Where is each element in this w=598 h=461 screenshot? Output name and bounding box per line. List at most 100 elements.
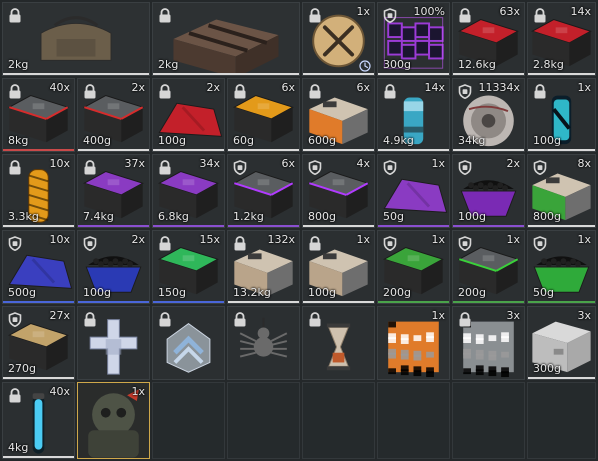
item-quantity: 1x	[577, 81, 591, 94]
inventory-slot[interactable]: 10x 500g	[2, 230, 75, 304]
item-quantity: 4x	[356, 157, 370, 170]
item-weight: 3.3kg	[8, 210, 39, 223]
inventory-slot[interactable]: 27x 270g	[2, 306, 75, 380]
item-quantity: 1x	[431, 157, 445, 170]
item-quantity: 2x	[131, 81, 145, 94]
item-quantity: 34x	[199, 157, 220, 170]
inventory-slot[interactable]: 1x	[77, 382, 150, 459]
rarity-underline	[3, 225, 74, 227]
inventory-slot[interactable]	[152, 306, 225, 380]
shield-icon	[383, 160, 397, 175]
inventory-slot[interactable]: 1x 200g	[452, 230, 525, 304]
inventory-slot[interactable]: 2x 100g	[452, 154, 525, 228]
empty-inventory-slot[interactable]	[452, 382, 525, 459]
inventory-slot[interactable]: 2kg	[2, 2, 150, 76]
empty-inventory-slot[interactable]	[302, 382, 375, 459]
shield-icon	[533, 236, 547, 251]
shield-icon	[458, 84, 472, 99]
inventory-slot[interactable]: 3x	[452, 306, 525, 380]
rarity-underline	[78, 149, 149, 151]
inventory-slot[interactable]: 6x 1.2kg	[227, 154, 300, 228]
inventory-slot[interactable]: 37x 7.4kg	[77, 154, 150, 228]
inventory-slot[interactable]: 1x 50g	[527, 230, 596, 304]
item-weight: 2.8kg	[533, 58, 564, 71]
item-weight: 100g	[158, 134, 186, 147]
inventory-slot[interactable]: 8x 800g	[527, 154, 596, 228]
item-weight: 800g	[533, 210, 561, 223]
rarity-underline	[78, 225, 149, 227]
inventory-slot[interactable]: 1x 100g	[527, 78, 596, 152]
rarity-underline	[528, 301, 595, 303]
inventory-slot[interactable]: 14x 4.9kg	[377, 78, 450, 152]
empty-inventory-slot[interactable]	[152, 382, 225, 459]
inventory-slot[interactable]: 40x 4kg	[2, 382, 75, 459]
rarity-underline	[3, 301, 74, 303]
shield-icon	[383, 8, 397, 23]
empty-inventory-slot[interactable]	[227, 382, 300, 459]
inventory-slot[interactable]	[302, 306, 375, 380]
inventory-slot[interactable]: 1x 50g	[377, 154, 450, 228]
inventory-slot[interactable]: 132x 13.2kg	[227, 230, 300, 304]
rarity-underline	[453, 73, 524, 75]
item-quantity: 14x	[424, 81, 445, 94]
lock-icon	[234, 84, 246, 99]
lock-icon	[159, 236, 171, 251]
shield-icon	[83, 236, 97, 251]
rarity-underline	[303, 149, 374, 151]
item-weight: 34kg	[458, 134, 486, 147]
lock-icon	[159, 312, 171, 327]
rarity-underline	[228, 301, 299, 303]
rarity-underline	[453, 225, 524, 227]
inventory-slot[interactable]: 15x 150g	[152, 230, 225, 304]
inventory-slot[interactable]	[77, 306, 150, 380]
inventory-slot[interactable]: 1x	[302, 2, 375, 76]
inventory-slot[interactable]: 2x 100g	[77, 230, 150, 304]
inventory-slot[interactable]: 10x 3.3kg	[2, 154, 75, 228]
item-weight: 100g	[83, 286, 111, 299]
inventory-slot[interactable]: 2x 400g	[77, 78, 150, 152]
inventory-slot[interactable]: 4x 800g	[302, 154, 375, 228]
shield-icon	[8, 236, 22, 251]
item-weight: 2kg	[158, 58, 179, 71]
inventory-slot[interactable]: 2x 100g	[152, 78, 225, 152]
item-weight: 100g	[308, 286, 336, 299]
item-quantity: 8x	[577, 157, 591, 170]
clock-icon	[359, 60, 371, 72]
rarity-underline	[453, 301, 524, 303]
inventory-slot[interactable]: 11334x 34kg	[452, 78, 525, 152]
item-quantity: 40x	[49, 385, 70, 398]
inventory-slot[interactable]	[227, 306, 300, 380]
empty-inventory-slot[interactable]	[377, 382, 450, 459]
lock-icon	[9, 84, 21, 99]
rarity-underline	[228, 225, 299, 227]
item-weight: 4.9kg	[383, 134, 414, 147]
item-weight: 150g	[158, 286, 186, 299]
item-quantity: 1x	[431, 233, 445, 246]
inventory-slot[interactable]: 14x 2.8kg	[527, 2, 596, 76]
inventory-slot[interactable]: 3x 300g	[527, 306, 596, 380]
empty-inventory-slot[interactable]	[527, 382, 596, 459]
rarity-underline	[3, 149, 74, 151]
lock-icon	[234, 312, 246, 327]
rarity-underline	[378, 301, 449, 303]
item-weight: 270g	[8, 362, 36, 375]
inventory-slot[interactable]: 1x 200g	[377, 230, 450, 304]
item-quantity: 27x	[49, 309, 70, 322]
inventory-slot[interactable]: 1x	[377, 306, 450, 380]
inventory-slot[interactable]: 34x 6.8kg	[152, 154, 225, 228]
inventory-slot[interactable]: 100% 300g	[377, 2, 450, 76]
item-quantity: 3x	[506, 309, 520, 322]
inventory-slot[interactable]: 40x 8kg	[2, 78, 75, 152]
rarity-underline	[3, 73, 149, 75]
inventory-slot[interactable]: 2kg	[152, 2, 300, 76]
item-quantity: 2x	[131, 233, 145, 246]
inventory-slot[interactable]: 1x 100g	[302, 230, 375, 304]
lock-icon	[159, 8, 171, 23]
item-weight: 2kg	[8, 58, 29, 71]
inventory-slot[interactable]: 6x 60g	[227, 78, 300, 152]
item-weight: 1.2kg	[233, 210, 264, 223]
inventory-slot[interactable]: 63x 12.6kg	[452, 2, 525, 76]
lock-icon	[159, 84, 171, 99]
item-weight: 50g	[383, 210, 404, 223]
inventory-slot[interactable]: 6x 600g	[302, 78, 375, 152]
